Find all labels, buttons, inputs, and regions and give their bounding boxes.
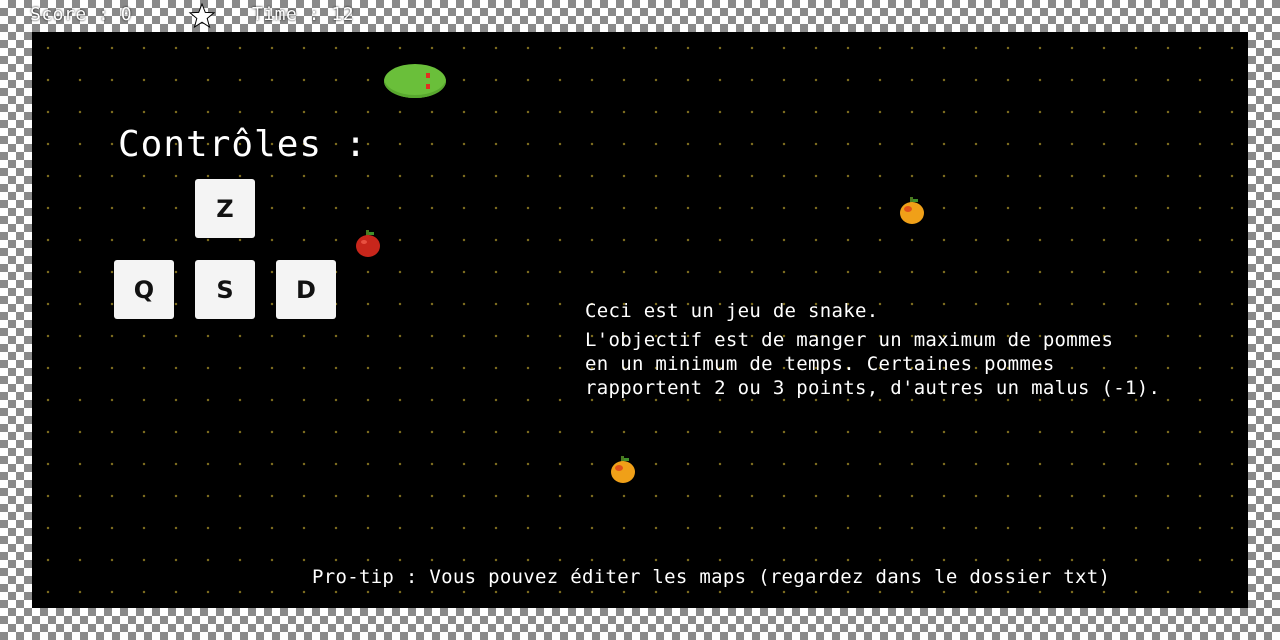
star-icon bbox=[188, 2, 216, 29]
snake-eye bbox=[426, 73, 430, 78]
snake-head bbox=[384, 64, 446, 98]
hud-bar: Score : 0 Time : 12 bbox=[0, 0, 1280, 32]
key-d: D bbox=[276, 260, 336, 319]
orange-apple-icon bbox=[611, 456, 635, 483]
info-line-2: L'objectif est de manger un maximum de p… bbox=[585, 329, 1114, 351]
info-line-3: en un minimum de temps. Certaines pommes bbox=[585, 353, 1055, 375]
orange-apple-icon bbox=[900, 197, 924, 224]
key-q: Q bbox=[114, 260, 174, 319]
key-s: S bbox=[195, 260, 255, 319]
info-line-4: rapportent 2 ou 3 points, d'autres un ma… bbox=[585, 377, 1161, 399]
controls-title: Contrôles : bbox=[118, 124, 368, 165]
game-board[interactable]: Contrôles : Z Q S D Ceci est un jeu de s… bbox=[32, 32, 1248, 608]
key-z: Z bbox=[195, 179, 255, 238]
time-label: Time : 12 bbox=[252, 4, 355, 25]
protip-text: Pro-tip : Vous pouvez éditer les maps (r… bbox=[312, 566, 1111, 588]
snake-eye bbox=[426, 84, 430, 89]
info-line-1: Ceci est un jeu de snake. bbox=[585, 300, 879, 322]
red-apple-icon bbox=[356, 230, 380, 257]
score-label: Score : 0 bbox=[30, 4, 133, 25]
